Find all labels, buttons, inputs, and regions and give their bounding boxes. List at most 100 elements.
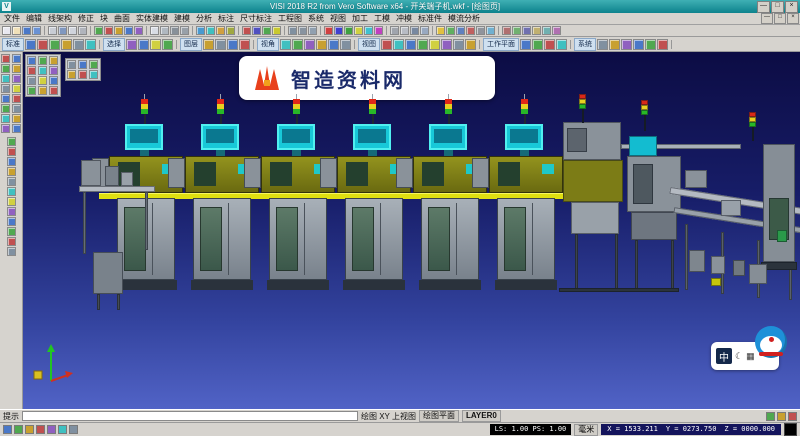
minimize-button[interactable]: —: [757, 1, 770, 13]
toolbar-icon[interactable]: [242, 26, 251, 35]
toolbar-icon[interactable]: [226, 26, 235, 35]
menu-item[interactable]: 曲面: [111, 13, 133, 24]
toolbar-icon[interactable]: [7, 177, 16, 186]
menu-item[interactable]: 块: [97, 13, 111, 24]
toolbar-icon[interactable]: [67, 60, 76, 69]
menu-item[interactable]: 标注: [215, 13, 237, 24]
toolbar-icon[interactable]: [38, 86, 47, 95]
toolbar-icon[interactable]: [89, 60, 98, 69]
menu-item[interactable]: 工模: [371, 13, 393, 24]
toolbar-icon[interactable]: [138, 39, 149, 50]
toolbar-icon[interactable]: [7, 217, 16, 226]
toolbar-icon[interactable]: [609, 39, 620, 50]
toolbar-icon[interactable]: [476, 26, 485, 35]
menu-item[interactable]: 工程图: [275, 13, 305, 24]
toolbar-icon[interactable]: [544, 39, 555, 50]
drawing-plane-button[interactable]: 绘图平面: [419, 410, 459, 422]
toolbar-icon[interactable]: [597, 39, 608, 50]
toolbar-icon[interactable]: [777, 412, 786, 421]
toolbar-icon[interactable]: [262, 26, 271, 35]
toolbar-icon[interactable]: [114, 26, 123, 35]
toolbar-icon[interactable]: [405, 39, 416, 50]
toolbar-icon[interactable]: [49, 66, 58, 75]
toolbar-icon[interactable]: [465, 39, 476, 50]
toolbar-icon[interactable]: [621, 39, 632, 50]
toolbar-icon[interactable]: [12, 26, 21, 35]
toolbar-icon[interactable]: [27, 66, 36, 75]
ime-icon[interactable]: ▦: [746, 351, 755, 362]
toolbar-icon[interactable]: [410, 26, 419, 35]
toolbar-group-label[interactable]: 选择: [103, 38, 125, 51]
toolbar-icon[interactable]: [38, 76, 47, 85]
toolbar-icon[interactable]: [215, 39, 226, 50]
toolbar-icon[interactable]: [316, 39, 327, 50]
menu-item[interactable]: 系统: [305, 13, 327, 24]
ime-language-indicator[interactable]: 中: [716, 348, 732, 364]
viewport[interactable]: 智造资料网 中 ☾▦: [23, 52, 800, 409]
toolbar-icon[interactable]: [453, 39, 464, 50]
toolbar-icon[interactable]: [14, 425, 23, 434]
toolbar-icon[interactable]: [104, 26, 113, 35]
toolbar-icon[interactable]: [532, 39, 543, 50]
toolbar-icon[interactable]: [180, 26, 189, 35]
toolbar-group-label[interactable]: 视图: [358, 38, 380, 51]
toolbar-icon[interactable]: [68, 26, 77, 35]
menu-item[interactable]: 文件: [1, 13, 23, 24]
toolbar-icon[interactable]: [417, 39, 428, 50]
toolbar-icon[interactable]: [1, 54, 10, 63]
toolbar-icon[interactable]: [374, 26, 383, 35]
toolbar-icon[interactable]: [7, 167, 16, 176]
toolbar-icon[interactable]: [657, 39, 668, 50]
toolbar-icon[interactable]: [85, 39, 96, 50]
toolbar-icon[interactable]: [94, 26, 103, 35]
toolbar-icon[interactable]: [512, 26, 521, 35]
toolbar-icon[interactable]: [308, 26, 317, 35]
toolbar-icon[interactable]: [280, 39, 291, 50]
toolbar-icon[interactable]: [239, 39, 250, 50]
toolbar-icon[interactable]: [1, 114, 10, 123]
toolbar-icon[interactable]: [390, 26, 399, 35]
toolbar-icon[interactable]: [1, 84, 10, 93]
toolbar-icon[interactable]: [49, 56, 58, 65]
menu-item[interactable]: 尺寸标注: [237, 13, 275, 24]
toolbar-icon[interactable]: [532, 26, 541, 35]
toolbar-icon[interactable]: [466, 26, 475, 35]
toolbar-icon[interactable]: [150, 39, 161, 50]
toolbar-icon[interactable]: [7, 197, 16, 206]
toolbar-icon[interactable]: [2, 26, 11, 35]
toolbar-icon[interactable]: [206, 26, 215, 35]
toolbar-icon[interactable]: [441, 39, 452, 50]
toolbar-icon[interactable]: [67, 70, 76, 79]
maximize-button[interactable]: □: [771, 1, 784, 13]
menu-item[interactable]: 分析: [193, 13, 215, 24]
toolbar-icon[interactable]: [354, 26, 363, 35]
toolbar-icon[interactable]: [436, 26, 445, 35]
toolbar-icon[interactable]: [38, 66, 47, 75]
toolbar-icon[interactable]: [27, 76, 36, 85]
toolbar-icon[interactable]: [25, 39, 36, 50]
toolbar-icon[interactable]: [645, 39, 656, 50]
toolbar-icon[interactable]: [48, 26, 57, 35]
menu-item[interactable]: 模流分析: [445, 13, 483, 24]
menu-item[interactable]: 线架构: [45, 13, 75, 24]
toolbar-icon[interactable]: [456, 26, 465, 35]
toolbar-icon[interactable]: [7, 227, 16, 236]
menu-item[interactable]: 修正: [75, 13, 97, 24]
toolbar-icon[interactable]: [381, 39, 392, 50]
doc-close-button[interactable]: ×: [787, 13, 799, 24]
doc-restore-button[interactable]: □: [774, 13, 786, 24]
toolbar-icon[interactable]: [7, 137, 16, 146]
toolbar-icon[interactable]: [400, 26, 409, 35]
toolbar-icon[interactable]: [32, 26, 41, 35]
toolbar-icon[interactable]: [162, 39, 173, 50]
toolbar-icon[interactable]: [292, 39, 303, 50]
toolbar-icon[interactable]: [1, 124, 10, 133]
toolbar-icon[interactable]: [542, 26, 551, 35]
toolbar-icon[interactable]: [393, 39, 404, 50]
toolbar-icon[interactable]: [7, 237, 16, 246]
toolbar-icon[interactable]: [1, 64, 10, 73]
toolbar-icon[interactable]: [27, 56, 36, 65]
toolbar-icon[interactable]: [49, 39, 60, 50]
toolbar-icon[interactable]: [27, 86, 36, 95]
toolbar-icon[interactable]: [420, 26, 429, 35]
